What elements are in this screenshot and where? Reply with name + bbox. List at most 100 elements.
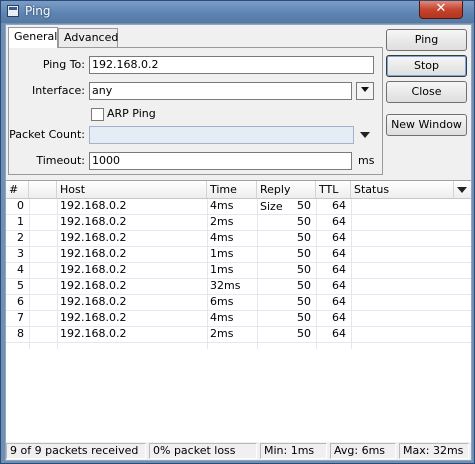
- table-row[interactable]: 2 192.168.0.2 4ms 50 64: [6, 231, 471, 247]
- cell-seq: 5: [17, 279, 24, 292]
- tab-advanced-label: Advanced: [64, 31, 119, 44]
- chevron-down-icon: [457, 187, 467, 193]
- table-row[interactable]: 4 192.168.0.2 1ms 50 64: [6, 263, 471, 279]
- interface-label: Interface:: [32, 84, 85, 97]
- ping-to-input[interactable]: 192.168.0.2: [89, 56, 374, 74]
- min-time-status: Min: 1ms: [260, 443, 327, 459]
- column-header-time[interactable]: Time: [207, 181, 257, 198]
- cell-seq: 6: [17, 295, 24, 308]
- arp-ping-label: ARP Ping: [107, 107, 156, 120]
- table-row[interactable]: 3 192.168.0.2 1ms 50 64: [6, 247, 471, 263]
- cell-time: 6ms: [210, 295, 234, 308]
- table-header: # Host Time Reply Size TTL Status: [6, 181, 471, 213]
- cell-host: 192.168.0.2: [60, 215, 127, 228]
- column-header-seq[interactable]: #: [6, 181, 29, 198]
- cell-time: 32ms: [210, 279, 241, 292]
- cell-host: 192.168.0.2: [60, 311, 127, 324]
- tab-general-label: General: [14, 30, 58, 43]
- timeout-unit: ms: [358, 154, 375, 167]
- cell-time: 1ms: [210, 247, 234, 260]
- cell-reply-size: 50: [297, 199, 311, 212]
- cell-time: 4ms: [210, 311, 234, 324]
- cell-time: 2ms: [210, 215, 234, 228]
- ping-button[interactable]: Ping: [386, 29, 467, 51]
- table-row[interactable]: 6 192.168.0.2 6ms 50 64: [6, 295, 471, 311]
- cell-ttl: 64: [332, 231, 346, 244]
- cell-status: [351, 263, 454, 278]
- cell-host: 192.168.0.2: [60, 295, 127, 308]
- general-tab-panel: Ping To: 192.168.0.2 Interface: any ARP …: [8, 47, 383, 175]
- table-row[interactable]: 5 192.168.0.2 32ms 50 64: [6, 279, 471, 295]
- cell-host: 192.168.0.2: [60, 247, 127, 260]
- cell-status: [351, 279, 454, 294]
- cell-ttl: 64: [332, 327, 346, 340]
- ping-window: Ping ✕ General Advanced Ping To: 192.168…: [0, 0, 475, 464]
- interface-dropdown-button[interactable]: [356, 82, 374, 100]
- cell-status: [351, 295, 454, 310]
- cell-ttl: 64: [332, 247, 346, 260]
- cell-seq: 3: [17, 247, 24, 260]
- close-button[interactable]: Close: [386, 81, 467, 103]
- cell-ttl: 64: [332, 263, 346, 276]
- window-icon: [7, 5, 19, 17]
- cell-host: 192.168.0.2: [60, 279, 127, 292]
- window-client: General Advanced Ping To: 192.168.0.2 In…: [5, 24, 472, 461]
- cell-host: 192.168.0.2: [60, 263, 127, 276]
- packet-loss-status: 0% packet loss: [149, 443, 257, 459]
- cell-time: 4ms: [210, 231, 234, 244]
- cell-seq: 4: [17, 263, 24, 276]
- cell-status: [351, 215, 454, 230]
- column-header-ttl[interactable]: TTL: [316, 181, 351, 198]
- interface-select[interactable]: any: [89, 82, 352, 100]
- packet-count-label: Packet Count:: [9, 128, 85, 141]
- cell-seq: 7: [17, 311, 24, 324]
- cell-reply-size: 50: [297, 311, 311, 324]
- arp-ping-checkbox[interactable]: [91, 108, 104, 121]
- cell-seq: 1: [17, 215, 24, 228]
- cell-reply-size: 50: [297, 327, 311, 340]
- tab-advanced[interactable]: Advanced: [58, 28, 118, 47]
- cell-ttl: 64: [332, 279, 346, 292]
- table-row[interactable]: 7 192.168.0.2 4ms 50 64: [6, 311, 471, 327]
- window-title: Ping: [25, 4, 51, 18]
- cell-ttl: 64: [332, 215, 346, 228]
- new-window-button[interactable]: New Window: [386, 114, 467, 136]
- status-bar: 9 of 9 packets received 0% packet loss M…: [6, 442, 471, 460]
- cell-host: 192.168.0.2: [60, 327, 127, 340]
- timeout-label: Timeout:: [36, 154, 85, 167]
- table-row[interactable]: 0 192.168.0.2 4ms 50 64: [6, 199, 471, 215]
- column-header-status[interactable]: Status: [351, 181, 454, 198]
- cell-reply-size: 50: [297, 231, 311, 244]
- column-header-reply-size[interactable]: Reply Size: [257, 181, 316, 213]
- cell-status: [351, 247, 454, 262]
- stop-button[interactable]: Stop: [386, 55, 467, 77]
- table-row[interactable]: 8 192.168.0.2 2ms 50 64: [6, 327, 471, 343]
- cell-reply-size: 50: [297, 295, 311, 308]
- cell-status: [351, 199, 454, 214]
- close-window-button[interactable]: ✕: [419, 1, 463, 19]
- cell-reply-size: 50: [297, 215, 311, 228]
- cell-time: 2ms: [210, 327, 234, 340]
- cell-seq: 2: [17, 231, 24, 244]
- avg-time-status: Avg: 6ms: [330, 443, 396, 459]
- packet-count-input[interactable]: [89, 126, 354, 144]
- chevron-down-icon: [361, 87, 369, 92]
- cell-ttl: 64: [332, 311, 346, 324]
- title-bar[interactable]: Ping ✕: [1, 1, 474, 23]
- close-icon: ✕: [435, 1, 447, 16]
- timeout-input[interactable]: 1000: [89, 152, 352, 170]
- table-row[interactable]: 1 192.168.0.2 2ms 50 64: [6, 215, 471, 231]
- packets-received-status: 9 of 9 packets received: [6, 443, 146, 459]
- cell-host: 192.168.0.2: [60, 231, 127, 244]
- cell-reply-size: 50: [297, 263, 311, 276]
- column-chooser-button[interactable]: [454, 181, 471, 198]
- cell-seq: 0: [17, 199, 24, 212]
- cell-ttl: 64: [332, 199, 346, 212]
- column-header-blank[interactable]: [29, 181, 57, 198]
- tab-general[interactable]: General: [8, 27, 58, 48]
- cell-time: 4ms: [210, 199, 234, 212]
- ping-to-label: Ping To:: [42, 58, 85, 71]
- column-header-host[interactable]: Host: [57, 181, 207, 198]
- cell-host: 192.168.0.2: [60, 199, 127, 212]
- packet-count-dropdown-icon[interactable]: [360, 132, 370, 138]
